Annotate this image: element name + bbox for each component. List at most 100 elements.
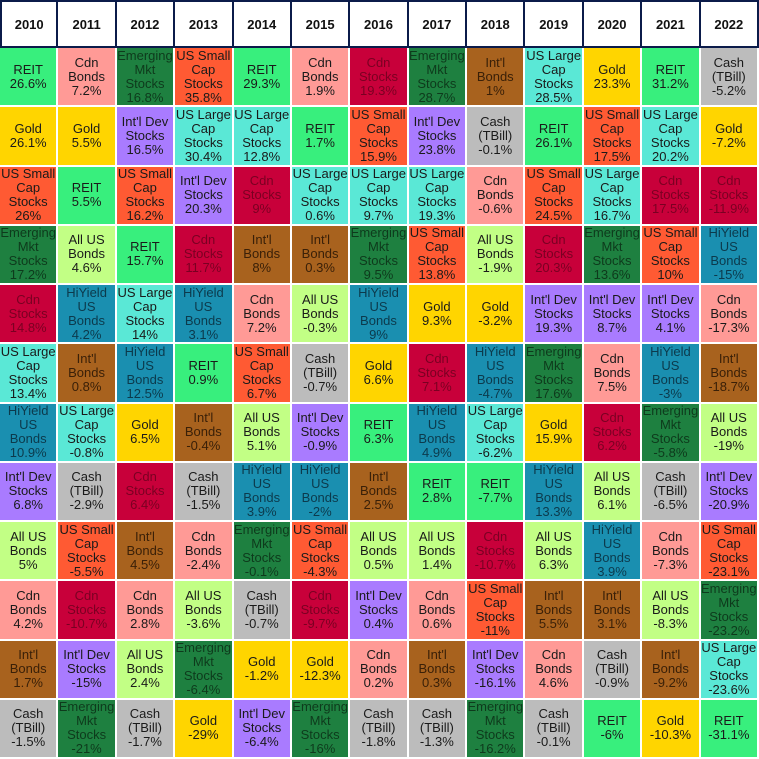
return-cell: Cdn Stocks 6.4%: [116, 462, 176, 522]
return-cell: Int'l Bonds 8%: [233, 225, 292, 285]
asset-label: REIT: [422, 476, 452, 492]
return-cell: Cdn Stocks 14.8%: [0, 285, 59, 345]
asset-label: Cdn Stocks: [475, 528, 515, 558]
return-value: -21%: [71, 741, 102, 757]
return-cell: Gold 6.6%: [350, 344, 409, 404]
return-value: 26%: [15, 208, 42, 224]
asset-label: Gold: [189, 713, 218, 729]
return-value: -5.8%: [653, 445, 688, 461]
return-cell: US Large Cap Stocks 16.7%: [583, 166, 643, 226]
return-cell: Cdn Bonds -2.4%: [175, 522, 234, 582]
return-cell: HiYield US Bonds 4.9%: [408, 403, 468, 463]
return-value: 6.3%: [538, 556, 569, 572]
return-value: 9.7%: [363, 208, 394, 224]
asset-label: HiYield US Bonds: [66, 285, 107, 328]
asset-label: Cash (TBill): [595, 647, 629, 677]
return-cell: US Large Cap Stocks 13.4%: [0, 344, 59, 404]
return-cell: Int'l Bonds -0.4%: [175, 403, 234, 463]
return-cell: Cdn Stocks -10.7%: [467, 522, 526, 582]
return-cell: Cash (TBill) -0.1%: [525, 699, 584, 759]
return-value: 4.2%: [71, 326, 102, 342]
return-cell: Cash (TBill) -1.7%: [116, 699, 176, 759]
return-cell: US Small Cap Stocks 17.5%: [583, 107, 643, 167]
return-value: 0.9%: [188, 371, 219, 387]
return-value: -16.2%: [474, 741, 516, 757]
return-value: 26.6%: [9, 75, 47, 91]
asset-label: Int'l Bonds: [593, 587, 631, 617]
return-value: 6.1%: [597, 497, 627, 513]
asset-label: All US Bonds: [593, 469, 631, 499]
return-value: 0.4%: [363, 615, 394, 631]
asset-label: Int'l Bonds: [9, 647, 47, 677]
asset-label: Cdn Bonds: [68, 54, 105, 84]
return-cell: HiYield US Bonds 3.9%: [583, 522, 643, 582]
year-header: 2012: [116, 0, 176, 48]
return-value: 23.3%: [593, 75, 631, 91]
return-cell: Cdn Stocks 19.3%: [350, 48, 409, 108]
return-value: 19.3%: [418, 208, 456, 224]
return-cell: Cdn Stocks -9.7%: [291, 581, 351, 641]
asset-label: US Large Cap Stocks: [292, 166, 348, 210]
return-cell: REIT 0.9%: [175, 344, 234, 404]
asset-label: Int'l Dev Stocks: [180, 173, 227, 203]
return-cell: US Small Cap Stocks -4.3%: [291, 522, 351, 582]
return-cell: Emerging Mkt Stocks 17.2%: [0, 225, 59, 285]
asset-label: Cdn Bonds: [651, 528, 689, 558]
return-cell: All US Bonds 5.1%: [233, 403, 292, 463]
return-value: 9.5%: [363, 267, 394, 283]
asset-label: HiYield US Bonds: [241, 462, 283, 506]
return-cell: US Small Cap Stocks 24.5%: [525, 166, 584, 226]
return-value: 4.1%: [655, 319, 686, 335]
asset-label: Int'l Bonds: [710, 350, 748, 380]
asset-label: Cdn Stocks: [242, 173, 282, 203]
return-cell: REIT 31.2%: [642, 48, 701, 108]
return-value: -17.3%: [708, 319, 750, 335]
return-value: 30.4%: [184, 148, 222, 164]
asset-label: Int'l Dev Stocks: [63, 647, 110, 677]
asset-label: US Small Cap Stocks: [1, 166, 56, 210]
return-value: -15%: [713, 267, 744, 283]
return-cell: Gold 6.5%: [116, 403, 176, 463]
return-value: -2.9%: [69, 497, 104, 513]
asset-label: US Large Cap Stocks: [467, 403, 523, 447]
return-cell: Int'l Dev Stocks 20.3%: [175, 166, 234, 226]
return-cell: Int'l Dev Stocks -6.4%: [233, 699, 292, 759]
return-cell: HiYield US Bonds 10.9%: [0, 403, 59, 463]
return-value: 13.8%: [418, 267, 456, 283]
asset-label: Emerging Mkt Stocks: [409, 48, 465, 91]
return-cell: Cdn Stocks 6.2%: [583, 403, 643, 463]
return-value: -1.7%: [127, 734, 162, 750]
return-value: 11.7%: [185, 260, 222, 276]
return-value: 0.5%: [363, 556, 394, 572]
asset-label: Int'l Bonds: [418, 647, 456, 677]
return-value: -0.3%: [303, 319, 338, 335]
return-cell: Cdn Bonds 0.2%: [350, 640, 409, 700]
asset-label: Gold: [598, 61, 626, 77]
asset-label: Cdn Stocks: [300, 587, 340, 617]
return-cell: Cdn Bonds 7.2%: [233, 285, 292, 345]
return-value: 14.8%: [9, 319, 47, 335]
return-cell: Cdn Stocks -10.7%: [58, 581, 117, 641]
return-value: -11%: [480, 622, 510, 638]
return-value: -7.7%: [478, 490, 513, 506]
return-cell: Cash (TBill) -2.9%: [58, 462, 117, 522]
return-cell: HiYield US Bonds 3.9%: [233, 462, 292, 522]
return-value: -10.7%: [474, 556, 516, 572]
return-value: 12.8%: [243, 148, 281, 164]
return-cell: US Large Cap Stocks 30.4%: [175, 107, 234, 167]
asset-label: REIT: [71, 180, 102, 196]
asset-label: Emerging Mkt Stocks: [175, 640, 232, 684]
return-cell: Cash (TBill) -0.7%: [291, 344, 351, 404]
return-cell: Cash (TBill) -5.2%: [700, 48, 759, 108]
return-value: 6.3%: [363, 431, 394, 447]
return-cell: Int'l Dev Stocks 6.8%: [0, 462, 59, 522]
return-value: -0.4%: [186, 438, 221, 454]
return-cell: Gold 23.3%: [583, 48, 643, 108]
asset-label: Int'l Bonds: [301, 232, 339, 262]
return-cell: US Small Cap Stocks -23.1%: [700, 522, 759, 582]
return-value: 13.6%: [593, 267, 631, 283]
asset-label: Gold: [423, 298, 451, 314]
asset-label: US Large Cap Stocks: [409, 166, 465, 210]
asset-label: HiYield US Bonds: [182, 285, 224, 328]
return-value: 1%: [485, 82, 505, 98]
